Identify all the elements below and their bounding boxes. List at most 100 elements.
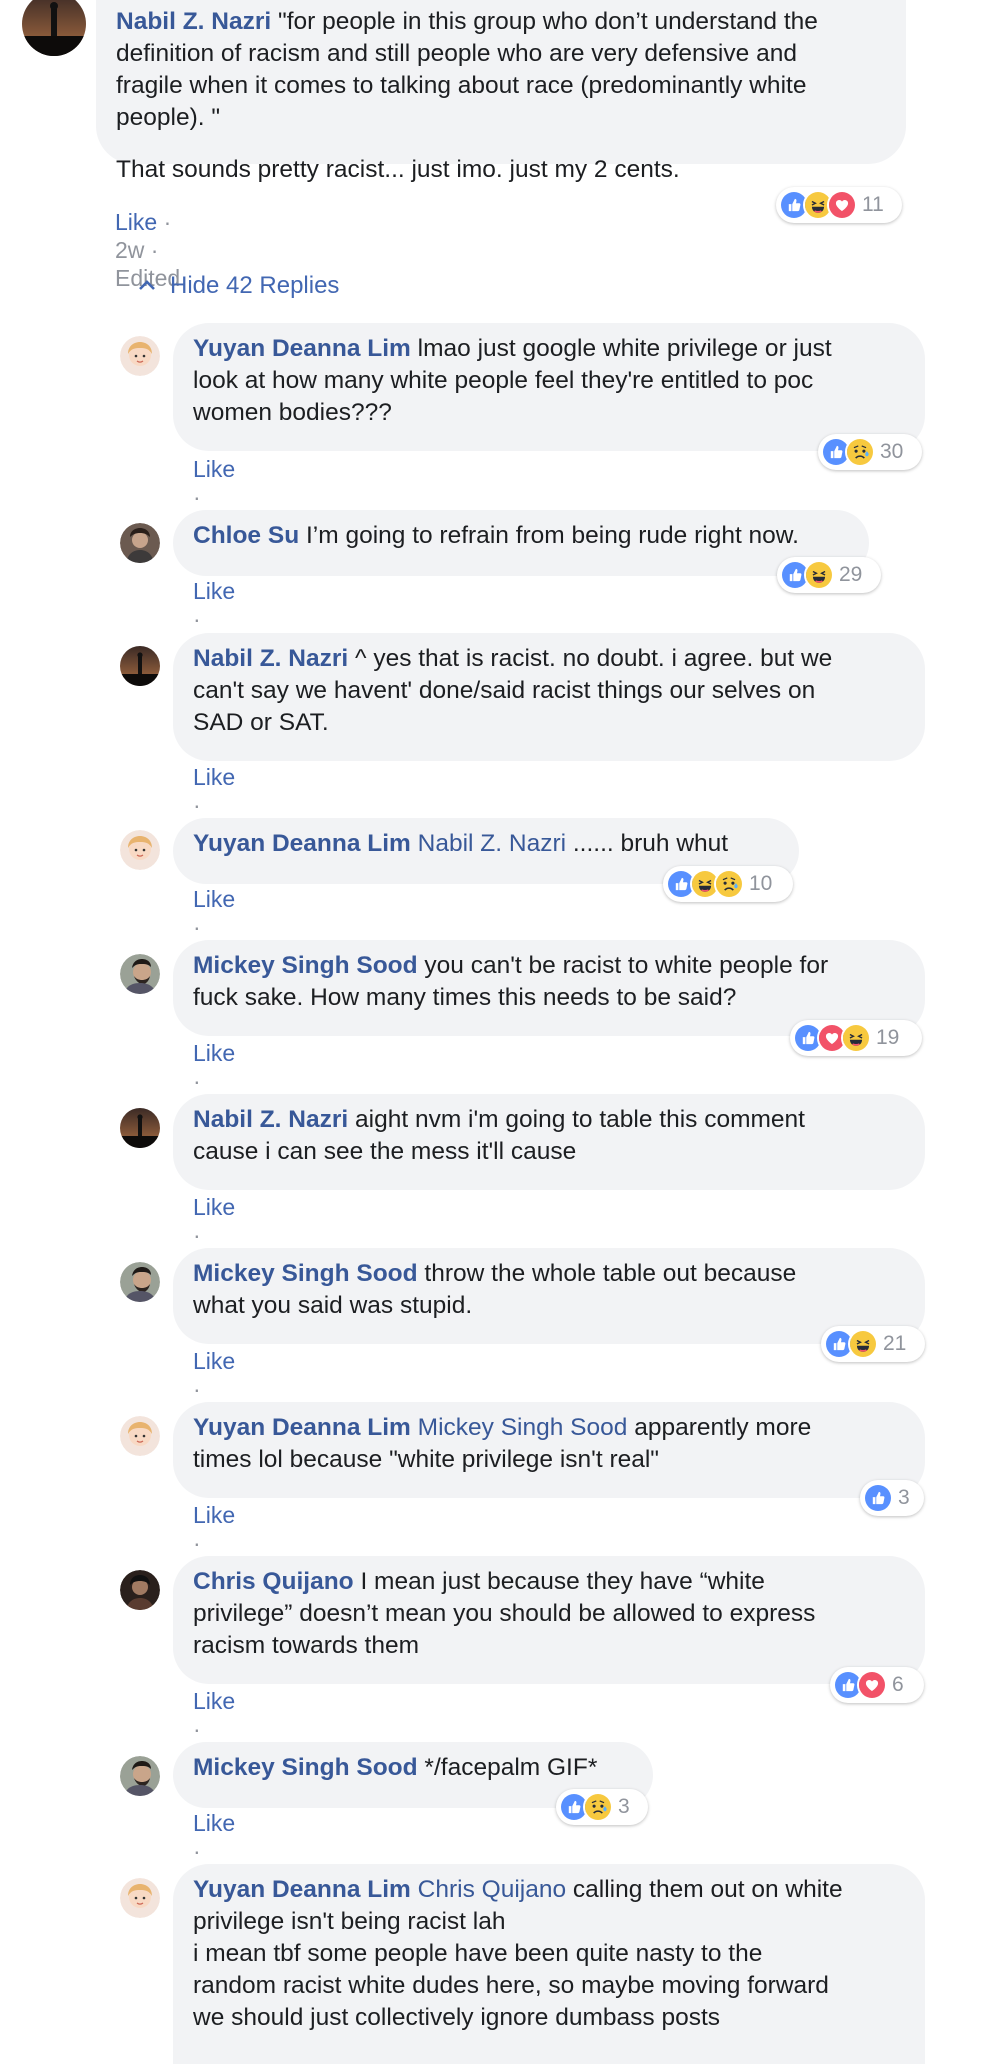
reaction-count: 19 bbox=[876, 1026, 900, 1049]
comment-bubble: Chloe Su I’m going to refrain from being… bbox=[173, 510, 869, 576]
avatar-photo-icon bbox=[120, 830, 160, 870]
like-button[interactable]: Like bbox=[193, 1040, 235, 1066]
reaction-summary[interactable]: 29 bbox=[777, 557, 881, 593]
comment-author[interactable]: Chloe Su bbox=[193, 522, 299, 549]
comment-text: fragile when it comes to talking about r… bbox=[116, 72, 807, 99]
sad-icon bbox=[714, 869, 744, 899]
avatar[interactable] bbox=[120, 1416, 160, 1456]
comment-text: calling them out on white bbox=[566, 1876, 843, 1903]
avatar-photo-icon bbox=[120, 1756, 160, 1796]
comment-bubble: Yuyan Deanna Lim Mickey Singh Sood appar… bbox=[173, 1402, 925, 1498]
comment-text: definition of racism and still people wh… bbox=[116, 40, 797, 67]
comment-mention[interactable]: Nabil Z. Nazri bbox=[418, 830, 566, 857]
haha-icon bbox=[841, 1023, 871, 1053]
comment-text: apparently more bbox=[627, 1414, 812, 1441]
avatar[interactable] bbox=[120, 646, 160, 686]
comment-text: can't say we havent' done/said racist th… bbox=[193, 677, 816, 704]
comment-text: you can't be racist to white people for bbox=[417, 952, 829, 979]
avatar[interactable] bbox=[120, 1756, 160, 1796]
avatar[interactable] bbox=[120, 1878, 160, 1918]
comment-text: times lol because "white privilege isn't… bbox=[193, 1446, 660, 1473]
reaction-summary[interactable]: 3 bbox=[556, 1789, 648, 1825]
reaction-count: 21 bbox=[883, 1332, 907, 1355]
like-button[interactable]: Like bbox=[115, 209, 157, 235]
like-button[interactable]: Like bbox=[193, 1810, 235, 1836]
like-button[interactable]: Like bbox=[193, 1688, 235, 1714]
comment-text: fuck sake. How many times this needs to … bbox=[193, 984, 737, 1011]
comment-text: lmao just google white privilege or just bbox=[410, 335, 832, 362]
comment-author[interactable]: Yuyan Deanna Lim bbox=[193, 830, 411, 857]
comment-text: "for people in this group who don’t unde… bbox=[271, 8, 818, 35]
like-button[interactable]: Like bbox=[193, 1194, 235, 1220]
like-button[interactable]: Like bbox=[193, 578, 235, 604]
reaction-summary[interactable]: 30 bbox=[818, 434, 922, 470]
comment-bubble: Yuyan Deanna Lim Chris Quijano calling t… bbox=[173, 1864, 925, 2064]
comment-author[interactable]: Mickey Singh Sood bbox=[193, 1754, 418, 1781]
comment-author[interactable]: Yuyan Deanna Lim bbox=[193, 1414, 411, 1441]
reaction-summary[interactable]: 21 bbox=[821, 1326, 925, 1362]
avatar[interactable] bbox=[120, 523, 160, 563]
avatar[interactable] bbox=[22, 0, 86, 56]
love-icon bbox=[857, 1670, 887, 1700]
avatar-photo-icon bbox=[120, 336, 160, 376]
reaction-count: 29 bbox=[839, 563, 863, 586]
avatar-photo-icon bbox=[120, 1416, 160, 1456]
like-button[interactable]: Like bbox=[193, 886, 235, 912]
avatar-photo-icon bbox=[120, 1878, 160, 1918]
reaction-summary[interactable]: 19 bbox=[790, 1020, 922, 1056]
reaction-count: 10 bbox=[749, 872, 773, 895]
comment-mention[interactable]: Mickey Singh Sood bbox=[418, 1414, 628, 1441]
avatar-photo-icon bbox=[120, 954, 160, 994]
reaction-count: 6 bbox=[892, 1673, 904, 1696]
avatar[interactable] bbox=[120, 336, 160, 376]
like-button[interactable]: Like bbox=[193, 1348, 235, 1374]
avatar-silhouette-icon bbox=[22, 0, 86, 56]
avatar[interactable] bbox=[120, 1108, 160, 1148]
reaction-summary[interactable]: 6 bbox=[830, 1667, 924, 1703]
reaction-summary[interactable]: 3 bbox=[860, 1480, 924, 1516]
comment-text: look at how many white people feel they'… bbox=[193, 367, 814, 394]
avatar[interactable] bbox=[120, 954, 160, 994]
comment-author[interactable]: Yuyan Deanna Lim bbox=[193, 335, 411, 362]
like-button[interactable]: Like bbox=[193, 456, 235, 482]
chevron-up-icon bbox=[139, 280, 155, 290]
avatar[interactable] bbox=[120, 830, 160, 870]
like-button[interactable]: Like bbox=[193, 764, 235, 790]
reaction-count: 11 bbox=[862, 193, 884, 216]
reaction-count: 30 bbox=[880, 440, 904, 463]
comment-author[interactable]: Mickey Singh Sood bbox=[193, 1260, 418, 1287]
sad-icon bbox=[845, 437, 875, 467]
reaction-count: 3 bbox=[618, 1795, 630, 1818]
reaction-summary[interactable]: 11 bbox=[776, 187, 902, 223]
comment-text: I mean just because they have “white bbox=[353, 1568, 765, 1595]
comment-text: random racist white dudes here, so maybe… bbox=[193, 1972, 829, 1999]
timestamp[interactable]: 2w bbox=[115, 237, 144, 263]
comment-author[interactable]: Nabil Z. Nazri bbox=[193, 645, 348, 672]
comment-text: ^ yes that is racist. no doubt. i agree.… bbox=[348, 645, 833, 672]
comment-text: women bodies??? bbox=[193, 399, 392, 426]
like-button[interactable]: Like bbox=[193, 1502, 235, 1528]
comment-text: cause i can see the mess it'll cause bbox=[193, 1138, 577, 1165]
comment-bubble: Yuyan Deanna Lim lmao just google white … bbox=[173, 323, 925, 451]
avatar[interactable] bbox=[120, 1570, 160, 1610]
comment-text: i mean tbf some people have been quite n… bbox=[193, 1940, 763, 1967]
haha-icon bbox=[848, 1329, 878, 1359]
avatar[interactable] bbox=[120, 1262, 160, 1302]
sad-icon bbox=[583, 1792, 613, 1822]
reaction-summary[interactable]: 10 bbox=[663, 866, 793, 902]
comment-text: what you said was stupid. bbox=[193, 1292, 473, 1319]
comment-text: I’m going to refrain from being rude rig… bbox=[299, 522, 799, 549]
reaction-count: 3 bbox=[898, 1486, 910, 1509]
avatar-photo-icon bbox=[120, 1262, 160, 1302]
comment-author[interactable]: Yuyan Deanna Lim bbox=[193, 1876, 411, 1903]
comment-bubble: Chris Quijano I mean just because they h… bbox=[173, 1556, 925, 1684]
hide-replies-link[interactable]: Hide 42 Replies bbox=[136, 272, 339, 300]
like-icon bbox=[863, 1483, 893, 1513]
comment-mention[interactable]: Chris Quijano bbox=[418, 1876, 566, 1903]
comment-author[interactable]: Nabil Z. Nazri bbox=[193, 1106, 348, 1133]
comment-author[interactable]: Nabil Z. Nazri bbox=[116, 8, 271, 35]
comment-author[interactable]: Mickey Singh Sood bbox=[193, 952, 418, 979]
comment-bubble: Mickey Singh Sood throw the whole table … bbox=[173, 1248, 925, 1344]
comment-author[interactable]: Chris Quijano bbox=[193, 1568, 354, 1595]
comment-text: privilege” doesn’t mean you should be al… bbox=[193, 1600, 816, 1627]
